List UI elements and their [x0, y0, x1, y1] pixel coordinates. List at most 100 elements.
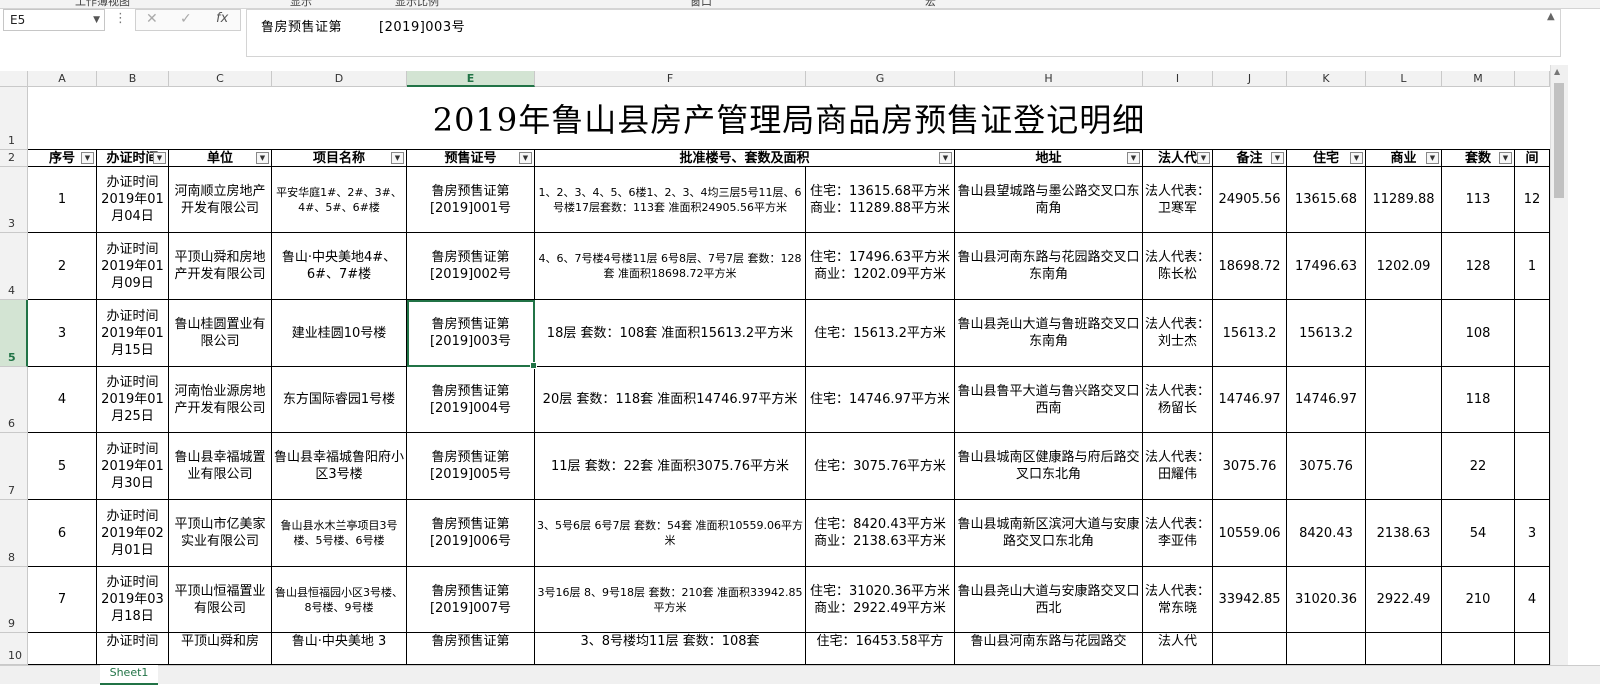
data-cell-commercial[interactable]: 2138.63	[1366, 500, 1442, 567]
data-cell-project[interactable]: 鲁山县幸福城鲁阳府小区3号楼	[272, 433, 407, 500]
data-cell-legal[interactable]: 法人代表：刘士杰	[1143, 300, 1213, 367]
filter-dropdown-icon[interactable]: ▼	[1127, 152, 1140, 164]
data-cell-approval[interactable]: 11层 套数：22套 准面积3075.76平方米	[535, 433, 806, 500]
data-cell-license[interactable]: 鲁房预售证第[2019]002号	[407, 233, 535, 300]
data-cell-date[interactable]: 办证时间2019年01月04日	[97, 167, 169, 233]
ribbon-tab-show[interactable]: 显示	[290, 0, 312, 9]
sheet-tab[interactable]: Sheet1	[100, 665, 158, 685]
data-cell-date[interactable]: 办证时间2019年03月18日	[97, 567, 169, 633]
column-header-partial[interactable]	[1515, 71, 1550, 87]
data-cell-sets[interactable]: 113	[1442, 167, 1515, 233]
data-cell-approval[interactable]: 20层 套数：118套 准面积14746.97平方米	[535, 367, 806, 433]
data-cell-legal[interactable]: 法人代表：杨留长	[1143, 367, 1213, 433]
ribbon-tab-window[interactable]: 窗口	[690, 0, 712, 9]
data-cell-residential[interactable]: 31020.36	[1287, 567, 1366, 633]
data-cell-extra[interactable]	[1515, 367, 1550, 433]
check-icon[interactable]: ✓	[180, 11, 192, 27]
data-cell-commercial[interactable]	[1366, 433, 1442, 500]
data-cell-note[interactable]: 15613.2	[1213, 300, 1287, 367]
data-cell-no[interactable]: 5	[28, 433, 97, 500]
data-cell-commercial[interactable]: 11289.88	[1366, 167, 1442, 233]
data-cell-extra[interactable]: 12	[1515, 167, 1550, 233]
data-cell-sets[interactable]: 118	[1442, 367, 1515, 433]
data-cell-date[interactable]: 办证时间2019年01月09日	[97, 233, 169, 300]
data-cell-legal[interactable]: 法人代表：田耀伟	[1143, 433, 1213, 500]
select-all-corner[interactable]	[0, 71, 28, 87]
data-cell-approval[interactable]: 3、5号6层 6号7层 套数：54套 准面积10559.06平方米	[535, 500, 806, 567]
data-cell-unit[interactable]: 鲁山桂圆置业有限公司	[169, 300, 272, 367]
data-cell-date[interactable]: 办证时间2019年01月25日	[97, 367, 169, 433]
data-cell-license[interactable]: 鲁房预售证第[2019]006号	[407, 500, 535, 567]
filter-dropdown-icon[interactable]: ▼	[519, 152, 532, 164]
column-title-cell[interactable]: 间	[1515, 150, 1550, 167]
scroll-thumb[interactable]	[1554, 83, 1564, 198]
column-header-g[interactable]: G	[806, 71, 955, 87]
column-header-f[interactable]: F	[535, 71, 806, 87]
column-title-cell[interactable]: 办证时间 ▼	[97, 150, 169, 167]
column-title-cell[interactable]: 项目名称 ▼	[272, 150, 407, 167]
data-cell-project[interactable]: 鲁山·中央美地 3	[272, 633, 407, 665]
data-cell-note[interactable]: 3075.76	[1213, 433, 1287, 500]
data-cell-date[interactable]: 办证时间2019年01月30日	[97, 433, 169, 500]
data-cell-no[interactable]: 6	[28, 500, 97, 567]
data-cell-license[interactable]: 鲁房预售证第[2019]003号	[407, 300, 535, 367]
data-cell-no[interactable]: 4	[28, 367, 97, 433]
data-cell-no[interactable]: 3	[28, 300, 97, 367]
column-title-cell[interactable]: 套数 ▼	[1442, 150, 1515, 167]
data-cell-extra[interactable]: 3	[1515, 500, 1550, 567]
filter-dropdown-icon[interactable]: ▼	[256, 152, 269, 164]
row-header-5[interactable]: 5	[0, 300, 28, 367]
data-cell-extra[interactable]	[1515, 433, 1550, 500]
column-header-k[interactable]: K	[1287, 71, 1366, 87]
data-cell-sets[interactable]: 108	[1442, 300, 1515, 367]
data-cell-project[interactable]: 东方国际睿园1号楼	[272, 367, 407, 433]
data-cell-address[interactable]: 鲁山县尧山大道与鲁班路交叉口东南角	[955, 300, 1143, 367]
fx-icon[interactable]: fx	[216, 11, 228, 26]
data-cell-note[interactable]: 18698.72	[1213, 233, 1287, 300]
data-cell-unit[interactable]: 鲁山县幸福城置业有限公司	[169, 433, 272, 500]
sheet-title[interactable]: 2019年鲁山县房产管理局商品房预售证登记明细	[28, 87, 1550, 150]
vertical-scrollbar[interactable]: ▲	[1550, 65, 1568, 665]
filter-dropdown-icon[interactable]: ▼	[81, 152, 94, 164]
column-title-cell[interactable]: 备注 ▼	[1213, 150, 1287, 167]
data-cell-extra[interactable]: 4	[1515, 567, 1550, 633]
column-header-m[interactable]: M	[1442, 71, 1515, 87]
data-cell-residential[interactable]: 3075.76	[1287, 433, 1366, 500]
row-header-10[interactable]: 10	[0, 633, 28, 665]
column-header-l[interactable]: L	[1366, 71, 1442, 87]
data-cell-extra[interactable]	[1515, 633, 1550, 665]
data-cell-extra[interactable]	[1515, 300, 1550, 367]
data-cell-residential[interactable]: 17496.63	[1287, 233, 1366, 300]
data-cell-residential[interactable]: 8420.43	[1287, 500, 1366, 567]
data-cell-address[interactable]: 鲁山县望城路与墨公路交叉口东南角	[955, 167, 1143, 233]
data-cell-license[interactable]: 鲁房预售证第[2019]007号	[407, 567, 535, 633]
close-icon[interactable]: ✕	[146, 11, 158, 27]
filter-dropdown-icon[interactable]: ▼	[939, 152, 952, 164]
column-header-e[interactable]: E	[407, 71, 535, 87]
row-header-7[interactable]: 7	[0, 433, 28, 500]
data-cell-sets[interactable]: 22	[1442, 433, 1515, 500]
data-cell-legal[interactable]: 法人代表：常东晓	[1143, 567, 1213, 633]
data-cell-commercial[interactable]	[1366, 367, 1442, 433]
data-cell-note[interactable]: 14746.97	[1213, 367, 1287, 433]
data-cell-no[interactable]: 2	[28, 233, 97, 300]
column-header-j[interactable]: J	[1213, 71, 1287, 87]
data-cell-note[interactable]	[1213, 633, 1287, 665]
column-title-cell[interactable]: 单位 ▼	[169, 150, 272, 167]
data-cell-sets[interactable]: 210	[1442, 567, 1515, 633]
data-cell-residential[interactable]: 14746.97	[1287, 367, 1366, 433]
filter-dropdown-icon[interactable]: ▼	[391, 152, 404, 164]
column-header-h[interactable]: H	[955, 71, 1143, 87]
data-cell-address[interactable]: 鲁山县河南东路与花园路交叉口东南角	[955, 233, 1143, 300]
data-cell-legal[interactable]: 法人代表：卫寒军	[1143, 167, 1213, 233]
data-cell-legal[interactable]: 法人代表：李亚伟	[1143, 500, 1213, 567]
data-cell-unit[interactable]: 平顶山市亿美家实业有限公司	[169, 500, 272, 567]
data-cell-unit[interactable]: 平顶山舜和房	[169, 633, 272, 665]
filter-dropdown-icon[interactable]: ▼	[1197, 152, 1210, 164]
data-cell-date[interactable]: 办证时间2019年02月01日	[97, 500, 169, 567]
column-title-cell[interactable]: 预售证号 ▼	[407, 150, 535, 167]
formula-input[interactable]: 鲁房预售证第 [2019]003号	[246, 9, 1561, 57]
data-cell-legal[interactable]: 法人代表：陈长松	[1143, 233, 1213, 300]
data-cell-unit[interactable]: 平顶山恒福置业有限公司	[169, 567, 272, 633]
data-cell-project[interactable]: 鲁山县恒福园小区3号楼、8号楼、9号楼	[272, 567, 407, 633]
